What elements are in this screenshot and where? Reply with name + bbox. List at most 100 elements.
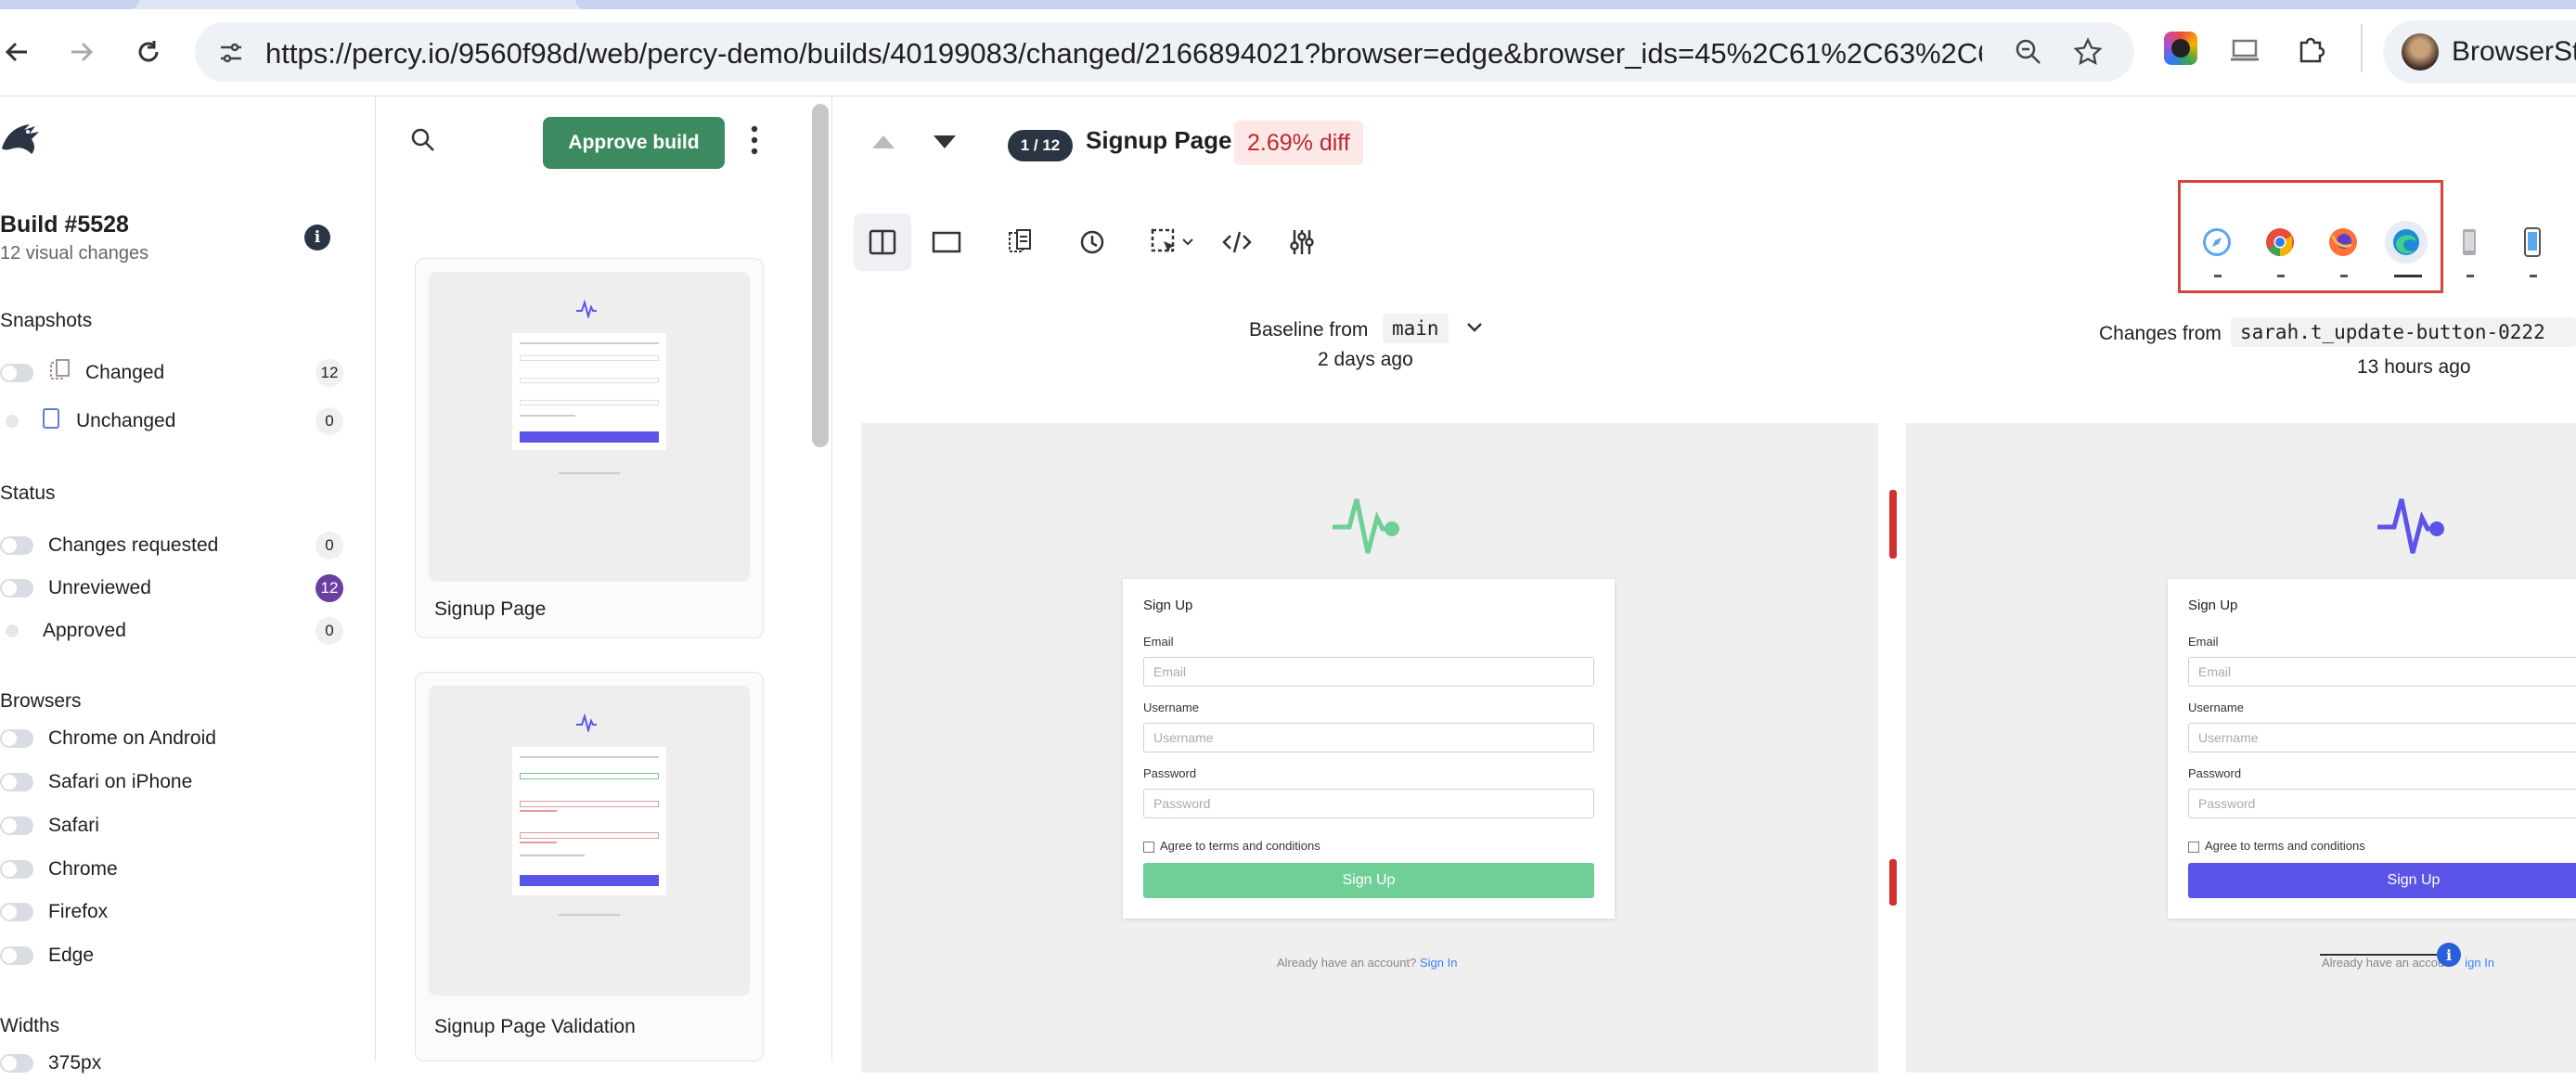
edge-icon[interactable] (2385, 221, 2428, 264)
safari-icon[interactable] (2196, 221, 2238, 264)
info-icon[interactable]: i (304, 225, 330, 251)
signin-link[interactable]: ign In (2465, 956, 2494, 970)
password-field[interactable]: Password (2188, 789, 2576, 818)
filter-approved[interactable]: Approved 0 (0, 614, 353, 648)
toggle[interactable] (0, 860, 33, 879)
unchanged-toggle[interactable] (6, 415, 19, 428)
diff-badge: 2.69% diff (1234, 121, 1363, 165)
snapshot-card-title: Signup Page (434, 598, 547, 620)
changes-screenshot[interactable]: Sign Up Email Email Username Username Pa… (1906, 423, 2576, 1073)
side-by-side-view-icon[interactable] (854, 213, 911, 271)
width-indicator (2467, 275, 2474, 277)
username-field[interactable]: Username (2188, 723, 2576, 752)
search-icon[interactable] (409, 126, 437, 159)
username-label: Username (2188, 701, 2244, 714)
snapshot-card[interactable]: Signup Page (415, 258, 764, 638)
email-field[interactable]: Email (1143, 657, 1594, 687)
back-icon[interactable] (0, 28, 41, 76)
diff-marker[interactable] (1889, 490, 1897, 559)
percy-logo-icon[interactable] (0, 117, 46, 168)
forward-icon[interactable] (58, 28, 106, 76)
url-text[interactable]: https://percy.io/9560f98d/web/percy-demo… (265, 37, 1982, 71)
snapshot-card-title: Signup Page Validation (434, 1016, 636, 1037)
width-indicator-active (2394, 275, 2422, 277)
signin-prompt: Already have an accou ign In (2322, 956, 2494, 970)
filter-browser[interactable]: Chrome (0, 853, 353, 886)
list-scrollbar[interactable] (812, 104, 829, 447)
baseline-screenshot[interactable]: Sign Up Email Email Username Username Pa… (861, 423, 1878, 1073)
filter-browser[interactable]: Firefox (0, 895, 353, 929)
address-bar[interactable]: https://percy.io/9560f98d/web/percy-demo… (195, 22, 2134, 82)
history-icon[interactable] (1064, 213, 1122, 271)
approve-build-button[interactable]: Approve build (543, 117, 725, 169)
baseline-time: 2 days ago (1318, 349, 1413, 370)
browser-chrome: https://percy.io/9560f98d/web/percy-demo… (0, 0, 2576, 96)
snapshot-card[interactable]: Signup Page Validation (415, 672, 764, 1061)
changes-branch: sarah.t_update-button-0222 (2231, 317, 2576, 347)
toggle[interactable] (6, 624, 19, 637)
filter-browser[interactable]: Safari on iPhone (0, 765, 353, 799)
baseline-branch-chevron-icon[interactable] (1464, 319, 1485, 341)
previous-snapshot-icon[interactable] (870, 132, 896, 155)
width-indicator (2277, 275, 2285, 277)
toggle[interactable] (0, 816, 33, 835)
username-label: Username (1143, 701, 1199, 714)
terms-label: Agree to terms and conditions (1160, 839, 1320, 853)
zoom-icon[interactable] (2014, 37, 2043, 71)
toggle[interactable] (0, 903, 33, 921)
diff-marker[interactable] (1889, 859, 1897, 906)
single-view-icon[interactable] (918, 213, 975, 271)
avatar (2402, 33, 2439, 71)
snapshot-title: Signup Page (1086, 126, 1232, 154)
extensions-puzzle-icon[interactable] (2296, 33, 2327, 70)
extension-color-icon[interactable] (2164, 32, 2197, 65)
password-label: Password (2188, 766, 2242, 780)
bookmark-star-icon[interactable] (2073, 37, 2103, 71)
chrome-icon[interactable] (2259, 221, 2301, 264)
android-device-icon[interactable] (2448, 221, 2491, 264)
cast-icon[interactable] (2229, 37, 2260, 68)
filter-width[interactable]: 375px (0, 1047, 353, 1080)
chevron-down-icon[interactable] (1177, 213, 1199, 271)
toggle[interactable] (0, 773, 33, 791)
terms-checkbox[interactable] (2188, 842, 2199, 853)
filter-label: Unchanged (76, 410, 176, 431)
filter-changes-requested[interactable]: Changes requested 0 (0, 529, 353, 562)
filter-unreviewed[interactable]: Unreviewed 12 (0, 572, 353, 605)
username-field[interactable]: Username (1143, 723, 1594, 752)
filter-unchanged[interactable]: Unchanged 0 (0, 405, 353, 438)
reload-icon[interactable] (124, 28, 173, 76)
signin-link[interactable]: Sign In (1420, 956, 1457, 970)
toggle[interactable] (0, 1054, 33, 1073)
toggle[interactable] (0, 946, 33, 965)
changed-toggle[interactable] (0, 364, 33, 382)
profile-button[interactable]: BrowserSta (2383, 20, 2576, 84)
tab[interactable] (575, 0, 2576, 9)
snapshot-viewer: 1 / 12 Signup Page 2.69% diff Baseline f… (833, 96, 2576, 1073)
email-field[interactable]: Email (2188, 657, 2576, 687)
code-view-icon[interactable] (1208, 213, 1266, 271)
password-field[interactable]: Password (1143, 789, 1594, 818)
browsers-heading: Browsers (0, 690, 82, 712)
toggle[interactable] (0, 579, 33, 598)
iphone-device-icon[interactable] (2511, 221, 2554, 264)
terms-checkbox[interactable] (1143, 842, 1154, 853)
annotation-info-icon[interactable]: i (2437, 943, 2461, 967)
site-settings-icon[interactable] (217, 39, 245, 71)
settings-sliders-icon[interactable] (1273, 213, 1331, 271)
filter-browser[interactable]: Edge (0, 939, 353, 972)
more-menu-icon[interactable] (745, 124, 764, 161)
toggle[interactable] (0, 536, 33, 555)
overlay-diff-icon[interactable] (991, 213, 1049, 271)
filter-browser[interactable]: Safari (0, 809, 353, 842)
toggle[interactable] (0, 729, 33, 748)
signup-button[interactable]: Sign Up (1143, 863, 1594, 898)
next-snapshot-icon[interactable] (932, 134, 958, 157)
firefox-icon[interactable] (2322, 221, 2364, 264)
filter-label: Approved (43, 620, 126, 641)
tab[interactable] (0, 0, 139, 9)
filter-changed[interactable]: Changed 12 (0, 356, 353, 390)
filter-browser[interactable]: Chrome on Android (0, 722, 353, 755)
signup-button[interactable]: Sign Up (2188, 863, 2576, 898)
count-badge: 0 (316, 532, 343, 559)
